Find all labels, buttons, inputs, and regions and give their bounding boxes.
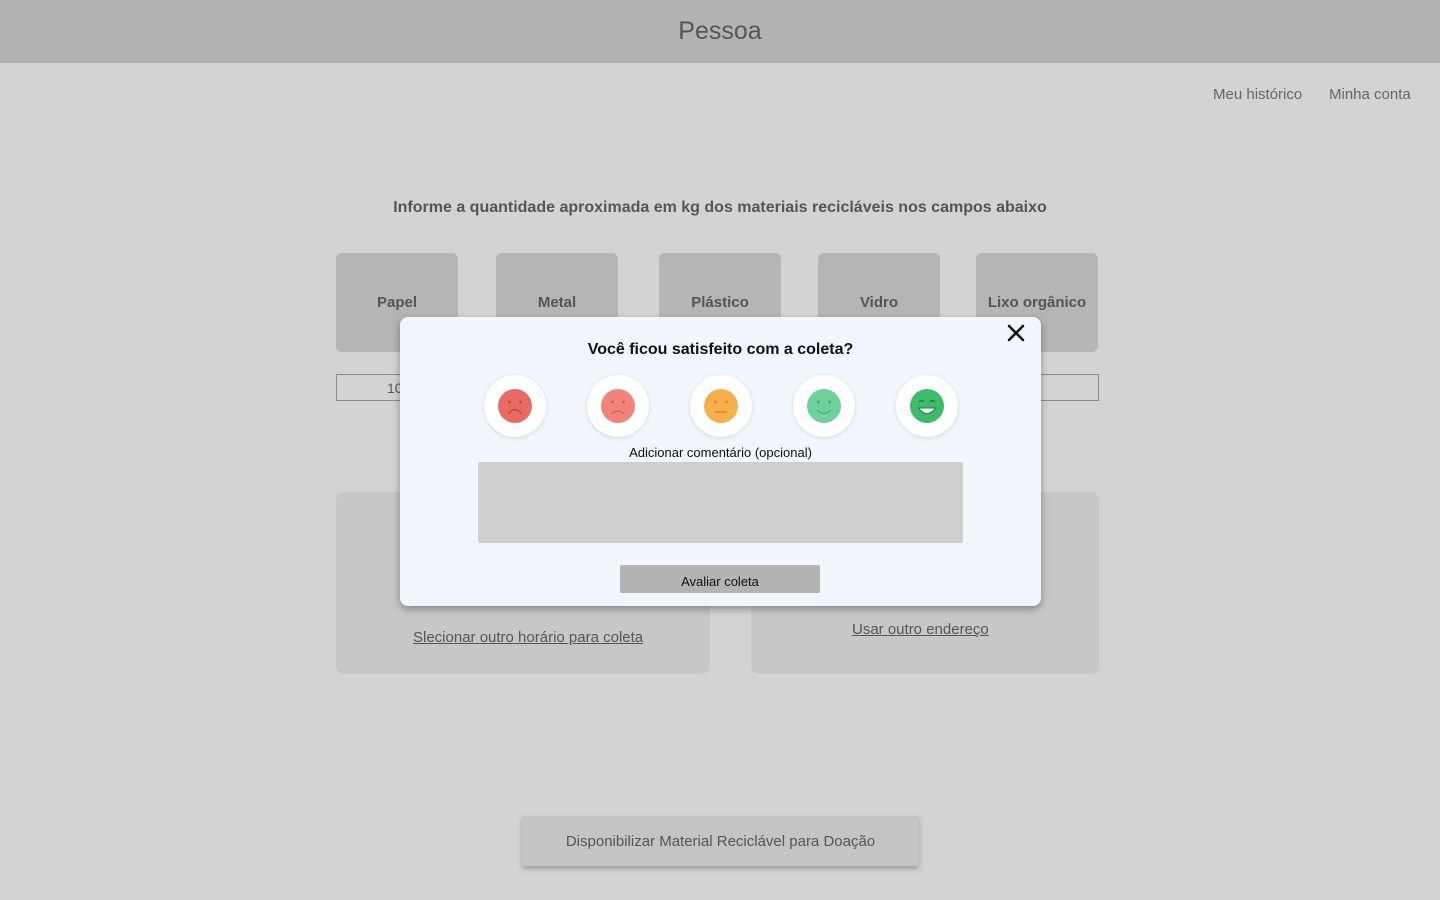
use-other-address-link[interactable]: Usar outro endereço [852,621,989,638]
donate-material-button[interactable]: Disponibilizar Material Reciclável para … [522,816,919,866]
rating-satisfied[interactable] [793,375,855,437]
rating-neutral[interactable] [690,375,752,437]
material-label: Metal [537,294,577,311]
happy-face-icon [807,389,841,423]
submit-rating-button[interactable]: Avaliar coleta [620,565,820,593]
select-other-time-link[interactable]: Slecionar outro horário para coleta [413,629,643,646]
modal-title: Você ficou satisfeito com a coleta? [587,341,854,358]
nav-link-history[interactable]: Meu histórico [1213,86,1302,103]
very-happy-face-icon [910,389,944,423]
rating-very-dissatisfied[interactable] [484,375,546,437]
comment-label: Adicionar comentário (opcional) [629,445,812,460]
comment-textarea[interactable] [478,462,963,543]
material-label: Plástico [691,294,749,311]
rating-very-satisfied[interactable] [896,375,958,437]
page-title: Pessoa [678,17,762,45]
instruction-text: Informe a quantidade aproximada em kg do… [393,199,1047,216]
very-sad-face-icon [498,389,532,423]
nav-link-account[interactable]: Minha conta [1329,86,1411,103]
rating-dissatisfied[interactable] [587,375,649,437]
sad-face-icon [601,389,635,423]
neutral-face-icon [704,389,738,423]
rating-modal: Você ficou satisfeito com a coleta? Adic… [400,317,1041,606]
rating-options [484,375,960,437]
material-label: Papel [376,294,418,311]
material-label: Vidro [859,294,899,311]
material-label: Lixo orgânico [987,294,1087,311]
app-header: Pessoa [0,0,1440,63]
